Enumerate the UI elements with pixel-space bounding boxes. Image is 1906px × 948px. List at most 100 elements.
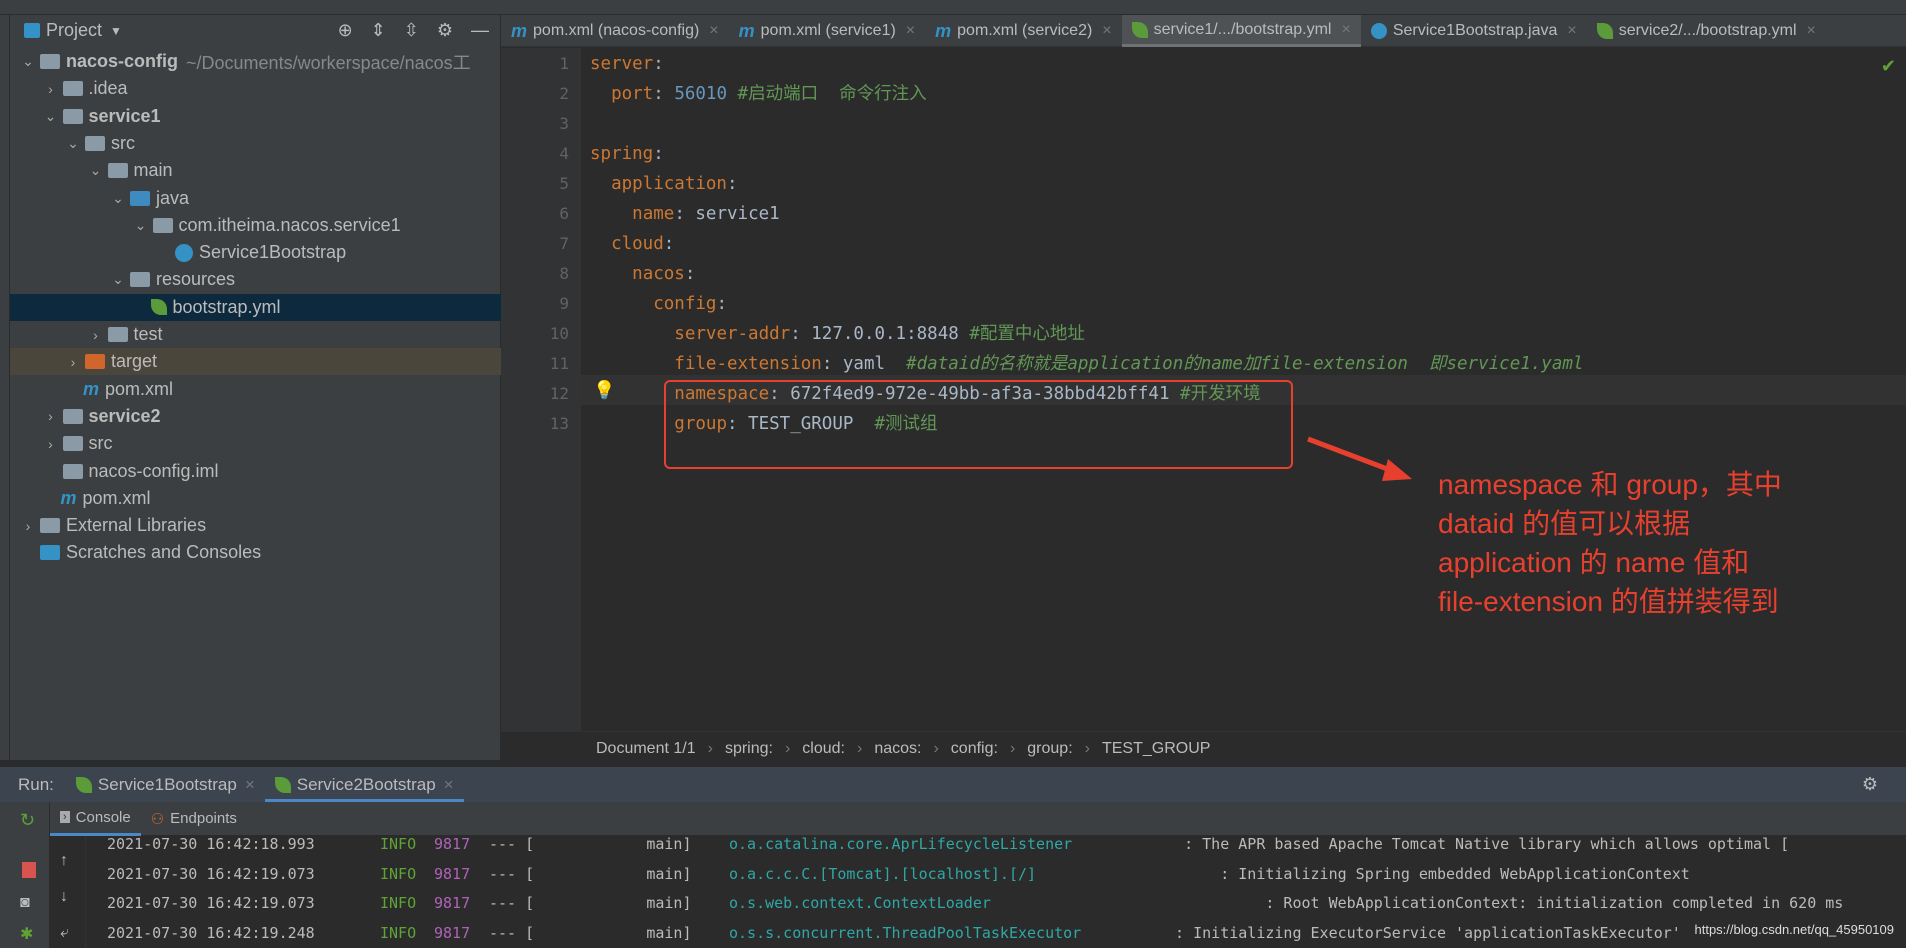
run-tab[interactable]: Service1Bootstrap × bbox=[66, 767, 265, 803]
breadcrumb-separator: › bbox=[1009, 740, 1016, 757]
tree-item-label: Service1Bootstrap bbox=[199, 242, 347, 263]
breadcrumb-item[interactable]: spring: bbox=[725, 740, 773, 758]
tree-item[interactable]: m pom.xml bbox=[10, 485, 501, 512]
down-arrow-icon[interactable]: ↓ bbox=[60, 888, 68, 906]
tree-item[interactable]: m pom.xml bbox=[10, 376, 501, 403]
line-number: 11 bbox=[549, 354, 569, 373]
close-icon[interactable]: × bbox=[1567, 22, 1576, 40]
chevron-down-icon[interactable]: ⌄ bbox=[131, 217, 151, 234]
endpoints-tab[interactable]: ⚇ Endpoints bbox=[141, 810, 247, 828]
code-token: port bbox=[611, 84, 654, 104]
annotation-line: application 的 name 值和 bbox=[1438, 547, 1750, 578]
log-level: INFO bbox=[380, 864, 417, 883]
lightbulb-icon[interactable]: 💡 bbox=[593, 380, 615, 401]
log-pid: 9817 bbox=[434, 923, 471, 942]
close-icon[interactable]: × bbox=[906, 22, 915, 40]
tree-item[interactable]: bootstrap.yml bbox=[10, 293, 501, 321]
up-arrow-icon[interactable]: ↑ bbox=[60, 852, 68, 870]
expand-all-icon[interactable]: ⇕ bbox=[371, 20, 386, 41]
chevron-down-icon[interactable]: ⌄ bbox=[108, 190, 128, 207]
chevron-down-icon[interactable]: ⌄ bbox=[63, 135, 83, 152]
rerun-icon[interactable]: ↻ bbox=[20, 810, 35, 831]
chevron-down-icon[interactable]: ⌄ bbox=[18, 53, 38, 70]
locate-icon[interactable]: ⊕ bbox=[338, 20, 353, 41]
close-icon[interactable]: × bbox=[709, 22, 718, 40]
tree-item[interactable]: › test bbox=[10, 321, 501, 348]
console-toolbar: ↑ ↓ ⤶ bbox=[50, 836, 86, 948]
tree-item[interactable]: ⌄ nacos-config ~/Documents/workerspace/nac… bbox=[10, 48, 501, 75]
log-msg: : Initializing Spring embedded WebApplic… bbox=[1157, 864, 1690, 883]
chevron-right-icon[interactable]: › bbox=[41, 81, 61, 97]
tree-item-label: src bbox=[88, 433, 113, 454]
stop-icon[interactable] bbox=[22, 862, 36, 878]
project-view-selector[interactable]: Project bbox=[46, 20, 102, 41]
chevron-down-icon[interactable]: ⌄ bbox=[86, 162, 106, 179]
tree-item[interactable]: Service1Bootstrap bbox=[10, 239, 501, 266]
soft-wrap-icon[interactable]: ⤶ bbox=[60, 924, 69, 942]
editor-tab[interactable]: m pom.xml (nacos-config) × bbox=[501, 15, 729, 47]
tree-item[interactable]: ⌄ resources bbox=[10, 266, 501, 293]
editor-tab[interactable]: m pom.xml (service1) × bbox=[729, 15, 926, 47]
chevron-right-icon[interactable]: › bbox=[41, 436, 61, 452]
tree-item[interactable]: ⌄ java bbox=[10, 185, 501, 212]
close-icon[interactable]: × bbox=[1102, 22, 1111, 40]
breadcrumb-item[interactable]: nacos: bbox=[874, 740, 921, 758]
tree-item-label: Scratches and Consoles bbox=[66, 542, 262, 563]
tree-item[interactable]: ⌄ com.itheima.nacos.service1 bbox=[10, 212, 501, 239]
code-token: : bbox=[653, 54, 664, 74]
line-number: 6 bbox=[559, 204, 569, 223]
tree-item[interactable]: › target bbox=[10, 348, 501, 376]
gutter: 1 2 3 4 5 6 7 8 9 10 11 12 13 bbox=[501, 48, 581, 731]
tree-item-label: nacos-config.iml bbox=[88, 460, 219, 481]
hide-icon[interactable]: — bbox=[471, 20, 489, 41]
chevron-right-icon[interactable]: › bbox=[41, 408, 61, 424]
tree-item[interactable]: Scratches and Consoles bbox=[10, 539, 501, 566]
breadcrumb-item[interactable]: TEST_GROUP bbox=[1102, 740, 1210, 758]
editor-tab[interactable]: service1/.../bootstrap.yml × bbox=[1121, 15, 1361, 47]
close-icon[interactable]: × bbox=[444, 775, 454, 795]
chevron-down-icon[interactable]: ▼ bbox=[110, 24, 122, 38]
code-line: server: bbox=[590, 49, 664, 79]
collapse-all-icon[interactable]: ⇳ bbox=[404, 20, 419, 41]
folder-icon bbox=[62, 436, 83, 452]
folder-icon bbox=[62, 81, 83, 97]
close-icon[interactable]: × bbox=[245, 775, 255, 795]
tree-item[interactable]: ⌄ main bbox=[10, 157, 501, 184]
tree-item-label: com.itheima.nacos.service1 bbox=[178, 214, 401, 235]
chevron-right-icon[interactable]: › bbox=[63, 354, 83, 370]
tree-item[interactable]: › service2 bbox=[10, 403, 501, 430]
gear-icon[interactable]: ⚙ bbox=[437, 20, 453, 41]
tree-item[interactable]: nacos-config.iml bbox=[10, 458, 501, 485]
line-number: 4 bbox=[559, 144, 569, 163]
tree-item[interactable]: › .idea bbox=[10, 75, 501, 102]
camera-icon[interactable]: ◙ bbox=[20, 894, 30, 912]
debug-icon[interactable]: ✱ bbox=[20, 924, 33, 944]
close-icon[interactable]: × bbox=[1807, 22, 1816, 40]
tree-item[interactable]: › External Libraries bbox=[10, 512, 501, 539]
close-icon[interactable]: × bbox=[1341, 21, 1350, 39]
tab-label: pom.xml (nacos-config) bbox=[533, 22, 700, 39]
code-token: : service1 bbox=[674, 204, 780, 224]
chevron-down-icon[interactable]: ⌄ bbox=[41, 108, 61, 125]
code-token: : bbox=[653, 84, 675, 104]
breadcrumb-item[interactable]: group: bbox=[1027, 740, 1072, 758]
chevron-down-icon[interactable]: ⌄ bbox=[108, 271, 128, 288]
breadcrumb-item[interactable]: Document 1/1 bbox=[596, 740, 696, 758]
editor-tab[interactable]: m pom.xml (service2) × bbox=[925, 15, 1122, 47]
tree-item[interactable]: ⌄ src bbox=[10, 130, 501, 157]
editor-tab[interactable]: Service1Bootstrap.java × bbox=[1361, 15, 1587, 47]
editor-tab[interactable]: service2/.../bootstrap.yml × bbox=[1587, 15, 1826, 47]
line-number: 5 bbox=[559, 174, 569, 193]
tree-item[interactable]: ⌄ service1 bbox=[10, 103, 501, 130]
chevron-right-icon[interactable]: › bbox=[18, 518, 38, 534]
run-tab[interactable]: Service2Bootstrap × bbox=[264, 767, 464, 803]
tree-item[interactable]: › src bbox=[10, 430, 501, 457]
chevron-right-icon[interactable]: › bbox=[86, 327, 106, 343]
breadcrumb-item[interactable]: cloud: bbox=[802, 740, 845, 758]
code-line: file-extension: yaml #dataid的名称就是applica… bbox=[590, 349, 1583, 379]
breadcrumb: Document 1/1 › spring: › cloud: › nacos: › confi… bbox=[501, 731, 1906, 766]
breadcrumb-item[interactable]: config: bbox=[951, 740, 998, 758]
gear-icon[interactable]: ⚙ bbox=[1862, 774, 1878, 795]
log-thread: main] bbox=[547, 864, 692, 883]
